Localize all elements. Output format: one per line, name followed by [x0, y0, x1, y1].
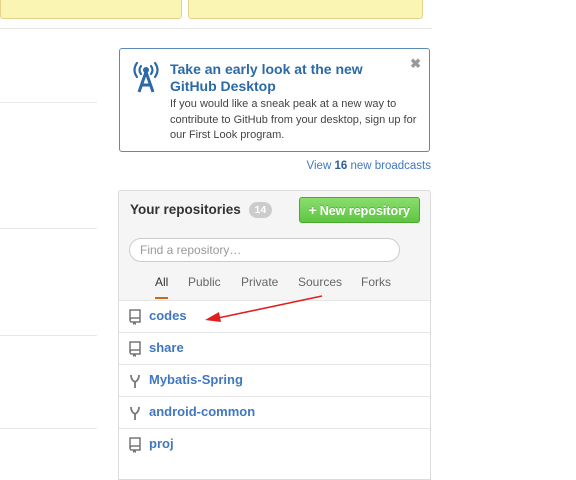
top-alert-tile-left — [0, 0, 182, 19]
repository-filter-area: All Public Private Sources Forks — [119, 231, 430, 301]
new-repository-label: New repository — [319, 204, 410, 218]
broadcast-text: If you would like a sneak peak at a new … — [170, 98, 417, 141]
top-alert-tile-right — [188, 0, 423, 19]
tab-forks[interactable]: Forks — [361, 274, 391, 297]
view-broadcasts-link[interactable]: View 16 new broadcasts — [307, 160, 431, 172]
repository-count-badge: 14 — [248, 202, 273, 218]
fork-icon — [130, 406, 140, 420]
feed-divider — [0, 102, 97, 103]
feed-divider — [0, 428, 97, 429]
tab-all[interactable]: All — [155, 274, 169, 299]
top-alert-strip — [0, 0, 432, 29]
broadcast-icon — [133, 61, 159, 93]
repository-item[interactable]: proj — [119, 428, 430, 460]
repository-item[interactable]: share — [119, 332, 430, 364]
repository-name[interactable]: share — [149, 340, 184, 355]
tab-private[interactable]: Private — [241, 274, 278, 297]
new-repository-button[interactable]: + New repository — [298, 197, 420, 223]
view-broadcasts-prefix: View — [306, 160, 335, 172]
tab-sources[interactable]: Sources — [298, 274, 342, 297]
find-repository-input[interactable] — [129, 238, 400, 262]
repository-name[interactable]: proj — [149, 436, 174, 451]
view-broadcasts-suffix: new broadcasts — [347, 160, 431, 172]
broadcast-box: Take an early look at the new GitHub Des… — [119, 48, 430, 152]
close-icon[interactable]: ✖ — [410, 56, 421, 72]
broadcast-count: 16 — [334, 160, 348, 172]
tab-public[interactable]: Public — [188, 274, 221, 297]
repositories-panel: Your repositories 14 +New repository All… — [118, 190, 431, 480]
repository-item[interactable]: codes — [119, 300, 430, 332]
fork-icon — [130, 374, 140, 388]
repo-icon — [129, 309, 141, 325]
repository-item[interactable]: Mybatis-Spring — [119, 364, 430, 396]
feed-divider — [0, 335, 97, 336]
repo-icon — [129, 341, 141, 357]
repository-name[interactable]: android-common — [149, 404, 255, 419]
feed-divider — [0, 228, 97, 229]
repository-item[interactable]: android-common — [119, 396, 430, 428]
repository-name[interactable]: Mybatis-Spring — [149, 372, 243, 387]
plus-icon: + — [308, 202, 317, 218]
repositories-header: Your repositories 14 + New repository — [119, 191, 430, 231]
repositories-title: Your repositories 14 — [130, 202, 273, 218]
repo-icon — [129, 437, 141, 453]
repositories-title-text: Your repositories — [130, 202, 241, 217]
repository-filter-tabs: All Public Private Sources Forks — [119, 274, 430, 300]
repository-list: codes share Mybatis-Spring android-commo… — [119, 300, 430, 460]
repository-name[interactable]: codes — [149, 308, 187, 323]
broadcast-title[interactable]: Take an early look at the new GitHub Des… — [170, 61, 400, 95]
